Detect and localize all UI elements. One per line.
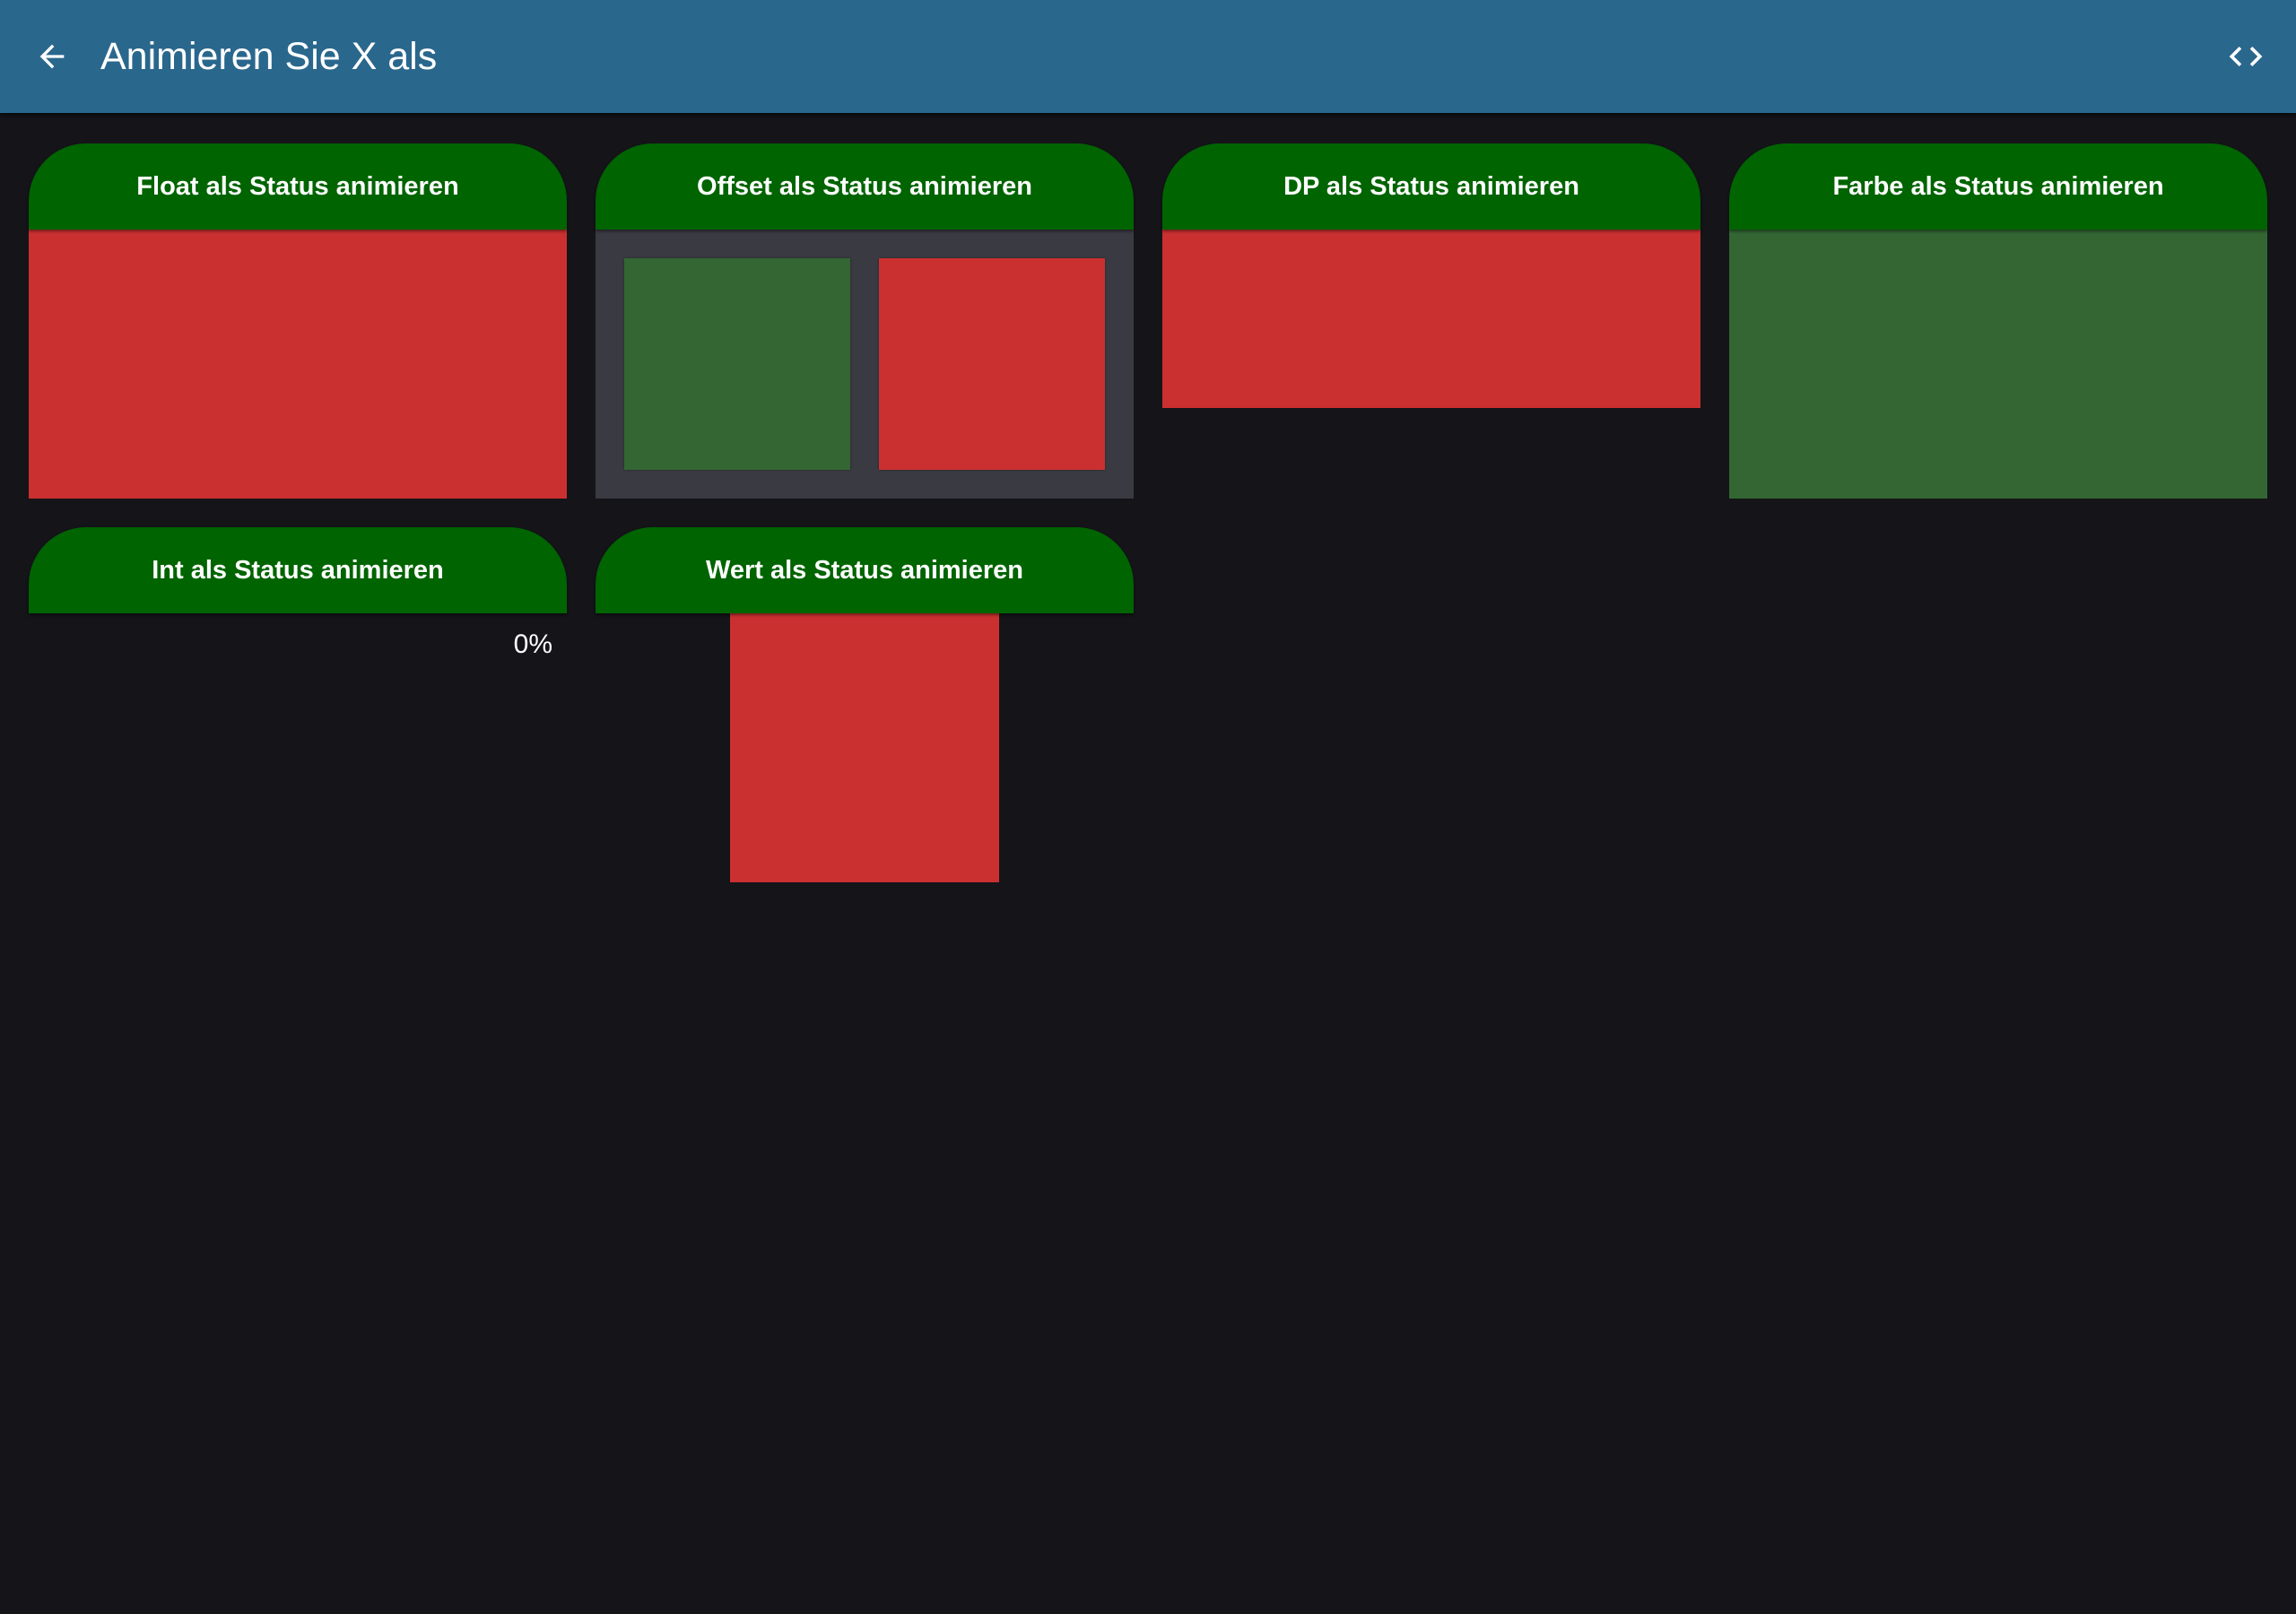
card-title: Int als Status animieren: [29, 527, 567, 613]
farbe-status-panel: [1729, 230, 2267, 499]
int-value: 0%: [513, 629, 552, 659]
card-title: DP als Status animieren: [1162, 143, 1700, 230]
app-bar: Animieren Sie X als: [0, 0, 2296, 113]
arrow-left-icon: [39, 44, 65, 69]
int-status-panel: 0%: [29, 613, 567, 685]
card-farbe: Farbe als Status animieren: [1729, 143, 2267, 499]
offset-status-panel: [596, 230, 1134, 499]
card-offset: Offset als Status animieren: [596, 143, 1134, 499]
card-title: Farbe als Status animieren: [1729, 143, 2267, 230]
wert-status-panel: [596, 613, 1134, 882]
wert-square: [730, 613, 999, 882]
code-brackets-icon: [2229, 47, 2263, 66]
float-status-panel: [29, 230, 567, 499]
card-title: Offset als Status animieren: [596, 143, 1134, 230]
offset-box-green: [624, 258, 850, 470]
offset-box-red: [879, 258, 1105, 470]
page-title: Animieren Sie X als: [100, 35, 438, 78]
card-title: Float als Status animieren: [29, 143, 567, 230]
back-button[interactable]: [16, 21, 88, 92]
card-float: Float als Status animieren: [29, 143, 567, 499]
card-title: Wert als Status animieren: [596, 527, 1134, 613]
code-editor-button[interactable]: [2210, 21, 2282, 92]
card-dp: DP als Status animieren: [1162, 143, 1700, 408]
card-wert: Wert als Status animieren: [596, 527, 1134, 882]
card-int: Int als Status animieren 0%: [29, 527, 567, 685]
dp-status-panel: [1162, 230, 1700, 408]
